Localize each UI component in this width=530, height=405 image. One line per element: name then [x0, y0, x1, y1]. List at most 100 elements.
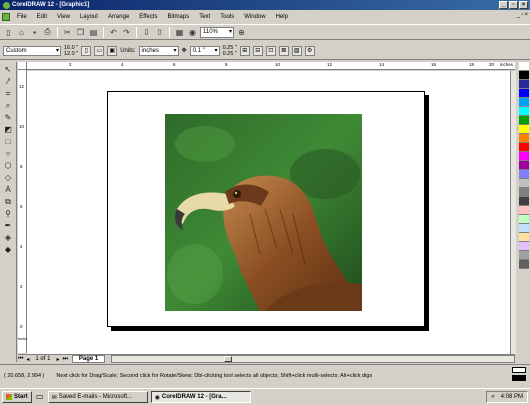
paper-type-select[interactable]: Custom — [3, 45, 61, 56]
undo-icon[interactable]: ↶ — [108, 27, 119, 38]
interactive-fill-tool-icon[interactable]: ◆ — [2, 245, 14, 255]
start-button[interactable]: Start — [2, 391, 32, 403]
palette-swatch[interactable] — [519, 161, 529, 170]
copy-icon[interactable]: ❐ — [75, 27, 86, 38]
landscape-icon[interactable]: ▭ — [94, 45, 105, 56]
new-document-icon[interactable]: ▯ — [3, 27, 14, 38]
document-page[interactable] — [107, 91, 425, 327]
task-coreldraw[interactable]: ◉ CorelDRAW 12 - [Gra... — [150, 391, 251, 403]
page-layout-icon[interactable]: ▣ — [107, 45, 118, 56]
palette-swatch[interactable] — [519, 98, 529, 107]
palette-swatch[interactable] — [519, 215, 529, 224]
menu-window[interactable]: Window — [239, 14, 270, 20]
menu-file[interactable]: File — [12, 14, 32, 20]
document-icon[interactable] — [2, 12, 10, 21]
palette-swatch[interactable] — [519, 251, 529, 260]
treat-as-filled-icon[interactable]: ▨ — [291, 45, 302, 56]
eagle-photo[interactable] — [165, 114, 362, 311]
palette-swatch[interactable] — [519, 152, 529, 161]
vertical-scrollbar[interactable] — [510, 71, 516, 354]
ellipse-tool-icon[interactable]: ○ — [2, 149, 14, 159]
horizontal-scrollbar[interactable] — [111, 355, 515, 363]
palette-swatch[interactable] — [519, 233, 529, 242]
save-icon[interactable]: ▪ — [29, 27, 40, 38]
last-page-icon[interactable]: ⏭ — [62, 356, 67, 363]
next-page-icon[interactable]: ▸ — [56, 356, 59, 363]
menu-text[interactable]: Text — [194, 14, 215, 20]
palette-swatch[interactable] — [519, 260, 529, 269]
doc-minimize-button[interactable]: _ — [517, 12, 520, 18]
minimize-button[interactable]: _ — [499, 1, 508, 9]
paste-icon[interactable]: ▤ — [88, 27, 99, 38]
palette-swatch[interactable] — [519, 116, 529, 125]
zoom-tool-icon[interactable]: ⌕ — [2, 101, 14, 111]
portrait-icon[interactable]: ▯ — [81, 45, 92, 56]
doc-restore-button[interactable]: ▫ — [521, 12, 523, 18]
palette-swatch[interactable] — [519, 125, 529, 134]
task-saved-emails[interactable]: ✉ Saved E-mails - Microsoft... — [47, 391, 148, 403]
rectangle-tool-icon[interactable]: □ — [2, 137, 14, 147]
cut-icon[interactable]: ✂ — [62, 27, 73, 38]
import-icon[interactable]: ⇩ — [141, 27, 152, 38]
menu-layout[interactable]: Layout — [75, 14, 103, 20]
horizontal-ruler[interactable]: 2 4 6 8 10 12 14 16 18 20 inches — [27, 62, 515, 70]
ruler-origin[interactable] — [18, 62, 27, 70]
palette-swatch[interactable] — [519, 188, 529, 197]
palette-swatch[interactable] — [519, 206, 529, 215]
palette-swatch[interactable] — [519, 197, 529, 206]
menu-tools[interactable]: Tools — [215, 14, 239, 20]
doc-close-button[interactable]: × — [524, 12, 528, 18]
nudge-distance-field[interactable]: 0.1 " — [189, 45, 220, 56]
smart-fill-tool-icon[interactable]: ◩ — [2, 125, 14, 135]
zoom-tool-icon[interactable]: ⊕ — [236, 27, 247, 38]
palette-swatch[interactable] — [519, 62, 529, 71]
basic-shapes-tool-icon[interactable]: ◇ — [2, 173, 14, 183]
palette-swatch[interactable] — [519, 224, 529, 233]
export-icon[interactable]: ⇧ — [154, 27, 165, 38]
previous-page-icon[interactable]: ◂ — [26, 356, 29, 363]
interactive-blend-tool-icon[interactable]: ⧉ — [2, 197, 14, 207]
units-select[interactable]: inches — [138, 45, 179, 56]
palette-swatch[interactable] — [519, 89, 529, 98]
menu-view[interactable]: View — [52, 14, 75, 20]
menu-arrange[interactable]: Arrange — [103, 14, 134, 20]
drawing-canvas[interactable] — [27, 71, 515, 354]
menu-edit[interactable]: Edit — [32, 14, 52, 20]
vertical-ruler[interactable]: 12 10 8 6 4 2 0 inches — [18, 70, 30, 353]
print-icon[interactable]: ⎙ — [42, 27, 53, 38]
eyedropper-tool-icon[interactable]: ⚲ — [2, 209, 14, 219]
palette-swatch[interactable] — [519, 170, 529, 179]
application-launcher-icon[interactable]: ▦ — [174, 27, 185, 38]
text-tool-icon[interactable]: A — [2, 185, 14, 195]
corel-online-icon[interactable]: ◉ — [187, 27, 198, 38]
dynamic-guides-icon[interactable]: ⊠ — [278, 45, 289, 56]
restore-button[interactable]: ▫ — [509, 1, 518, 9]
polygon-tool-icon[interactable]: ⬡ — [2, 161, 14, 171]
palette-swatch[interactable] — [519, 80, 529, 89]
close-button[interactable]: × — [519, 1, 528, 9]
desktop-icon[interactable]: ▭ — [35, 392, 45, 402]
palette-swatch[interactable] — [519, 134, 529, 143]
duplicate-y-field[interactable]: 0.25 " — [223, 51, 237, 57]
page-height-field[interactable]: 12.0 " — [64, 51, 78, 57]
freehand-tool-icon[interactable]: ✎ — [2, 113, 14, 123]
outline-color-indicator[interactable] — [512, 375, 526, 381]
menu-bitmaps[interactable]: Bitmaps — [163, 14, 195, 20]
open-folder-icon[interactable]: ⌂ — [16, 27, 27, 38]
snap-to-guidelines-icon[interactable]: ⊟ — [252, 45, 263, 56]
snap-to-objects-icon[interactable]: ⊡ — [265, 45, 276, 56]
palette-swatch[interactable] — [519, 242, 529, 251]
pick-tool-icon[interactable]: ↖ — [2, 65, 14, 75]
tab-page-1[interactable]: Page 1 — [71, 355, 106, 363]
palette-swatch[interactable] — [519, 179, 529, 188]
options-icon[interactable]: ⚙ — [304, 45, 315, 56]
palette-swatch[interactable] — [519, 71, 529, 80]
menu-help[interactable]: Help — [271, 14, 293, 20]
redo-icon[interactable]: ↷ — [121, 27, 132, 38]
tray-expand-icon[interactable]: « — [491, 394, 494, 400]
fill-tool-icon[interactable]: ◈ — [2, 233, 14, 243]
menu-effects[interactable]: Effects — [134, 14, 162, 20]
palette-swatch[interactable] — [519, 143, 529, 152]
palette-swatch[interactable] — [519, 107, 529, 116]
shape-tool-icon[interactable]: ⤤ — [2, 77, 14, 87]
